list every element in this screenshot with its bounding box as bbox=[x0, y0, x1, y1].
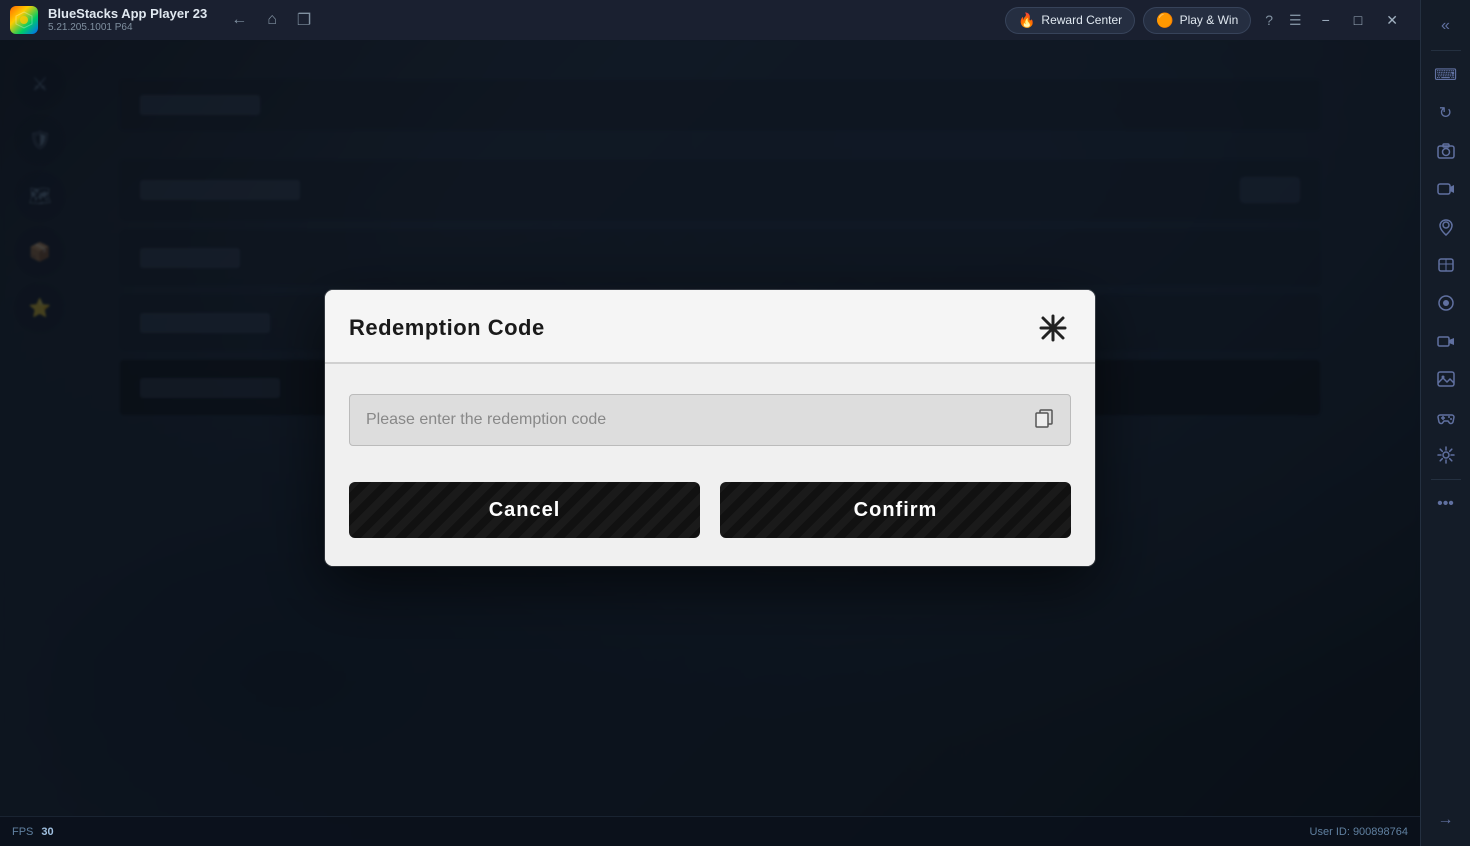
clipboard-icon bbox=[1033, 411, 1055, 433]
location-icon[interactable] bbox=[1428, 209, 1464, 245]
confirm-button[interactable]: Confirm bbox=[720, 482, 1071, 538]
right-sidebar: « ⌨ ↻ bbox=[1420, 0, 1470, 846]
modal-overlay: Redemption Code bbox=[0, 40, 1420, 816]
rpk-icon[interactable] bbox=[1428, 247, 1464, 283]
bluestacks-logo bbox=[10, 6, 38, 34]
keyboard-icon[interactable]: ⌨ bbox=[1428, 57, 1464, 93]
expand-icon[interactable]: « bbox=[1428, 8, 1464, 44]
flame-icon: 🔥 bbox=[1018, 12, 1035, 29]
titlebar: BlueStacks App Player 23 5.21.205.1001 P… bbox=[0, 0, 1420, 40]
dialog-body bbox=[325, 364, 1095, 474]
close-x-svg bbox=[1039, 314, 1067, 342]
rotate-icon[interactable]: ↻ bbox=[1428, 95, 1464, 131]
play-win-button[interactable]: 🟠 Play & Win bbox=[1143, 7, 1251, 34]
reward-center-button[interactable]: 🔥 Reward Center bbox=[1005, 7, 1135, 34]
fps-value: 30 bbox=[41, 826, 53, 838]
back-button[interactable]: ← bbox=[223, 7, 255, 33]
paste-button[interactable] bbox=[1029, 402, 1059, 438]
gamepad-icon[interactable] bbox=[1428, 399, 1464, 435]
dialog-title: Redemption Code bbox=[349, 315, 545, 341]
image-icon[interactable] bbox=[1428, 361, 1464, 397]
close-button[interactable]: ✕ bbox=[1376, 8, 1408, 33]
maximize-button[interactable]: □ bbox=[1344, 8, 1372, 32]
app-logo bbox=[8, 4, 40, 36]
dialog-close-button[interactable] bbox=[1035, 310, 1071, 346]
app-info: BlueStacks App Player 23 5.21.205.1001 P… bbox=[48, 6, 207, 34]
more-options-icon[interactable]: ••• bbox=[1428, 486, 1464, 522]
fps-label: FPS bbox=[12, 826, 33, 838]
sidebar-divider-2 bbox=[1431, 479, 1461, 480]
sidebar-divider-1 bbox=[1431, 50, 1461, 51]
dialog-header: Redemption Code bbox=[325, 290, 1095, 364]
titlebar-actions: 🔥 Reward Center 🟠 Play & Win ? ☰ − □ ✕ bbox=[1005, 7, 1408, 34]
redemption-code-input[interactable] bbox=[349, 394, 1071, 446]
menu-button[interactable]: ☰ bbox=[1283, 8, 1308, 33]
record-icon[interactable] bbox=[1428, 171, 1464, 207]
titlebar-nav: ← ⌂ ❐ bbox=[223, 6, 319, 34]
cancel-button[interactable]: Cancel bbox=[349, 482, 700, 538]
bottombar: FPS 30 User ID: 900898764 bbox=[0, 816, 1420, 846]
game-close-icon bbox=[1039, 314, 1067, 342]
redemption-dialog: Redemption Code bbox=[325, 290, 1095, 566]
collapse-sidebar-icon[interactable]: → bbox=[1428, 802, 1464, 838]
screenshot-icon[interactable] bbox=[1428, 133, 1464, 169]
window-controls: ? ☰ − □ ✕ bbox=[1259, 8, 1408, 33]
coin-icon: 🟠 bbox=[1156, 12, 1173, 29]
capture-icon[interactable] bbox=[1428, 285, 1464, 321]
settings-icon[interactable] bbox=[1428, 437, 1464, 473]
help-button[interactable]: ? bbox=[1259, 8, 1279, 32]
input-wrapper bbox=[349, 394, 1071, 446]
tab-button[interactable]: ❐ bbox=[289, 6, 319, 34]
minimize-button[interactable]: − bbox=[1312, 8, 1340, 32]
home-button[interactable]: ⌂ bbox=[259, 7, 285, 33]
video-camera-icon[interactable] bbox=[1428, 323, 1464, 359]
dialog-footer: Cancel Confirm bbox=[325, 474, 1095, 566]
user-id: User ID: 900898764 bbox=[1310, 826, 1408, 838]
